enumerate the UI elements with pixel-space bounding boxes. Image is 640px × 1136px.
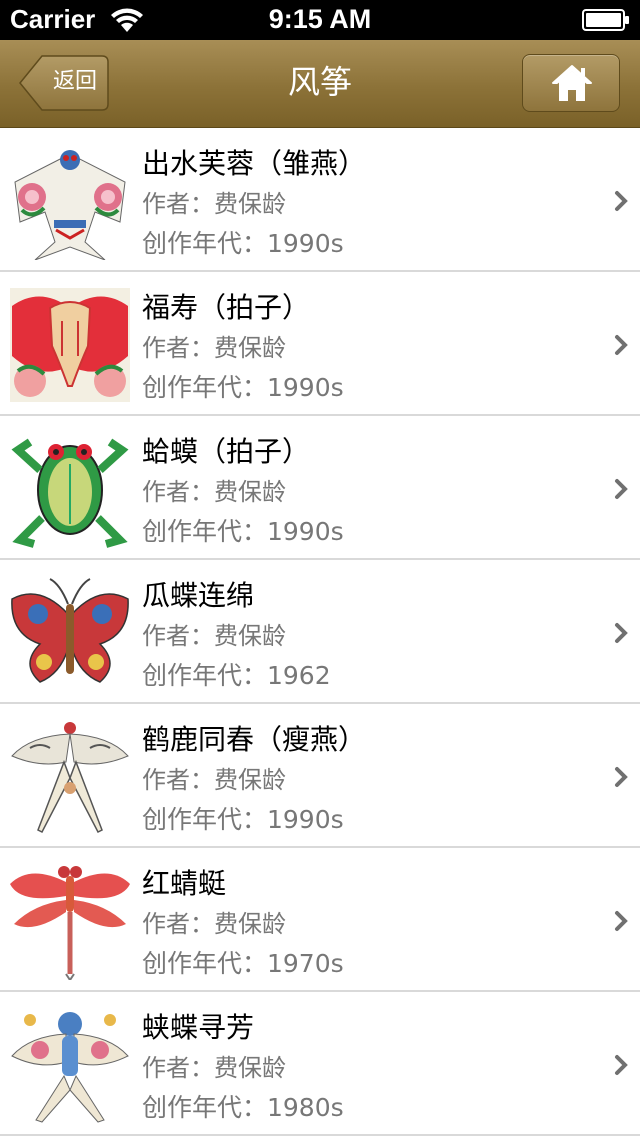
butterfly-kite-thumbnail <box>11 578 129 683</box>
home-icon <box>552 65 592 101</box>
chevron-right-icon <box>615 191 628 211</box>
status-bar: Carrier 9:15 AM <box>0 0 640 40</box>
clock-label: 9:15 AM <box>268 4 372 34</box>
kite-year: 创作年代：1990s <box>142 229 344 258</box>
kite-author: 作者：费保龄 <box>142 190 286 218</box>
list-item[interactable]: 福寿（拍子） 作者：费保龄 创作年代：1990s <box>0 272 640 416</box>
chevron-right-icon <box>615 335 628 355</box>
kite-year: 创作年代：1980s <box>142 1093 344 1122</box>
back-button[interactable]: 返回 <box>18 54 110 112</box>
kite-year: 创作年代：1990s <box>142 517 344 546</box>
kite-title: 蛤蟆（拍子） <box>142 435 311 468</box>
list-item[interactable]: 蛱蝶寻芳 作者：费保龄 创作年代：1980s <box>0 992 640 1136</box>
dragonfly-kite-thumbnail <box>10 866 130 980</box>
list-item[interactable]: 红蜻蜓 作者：费保龄 创作年代：1970s <box>0 848 640 992</box>
kite-year: 创作年代：1990s <box>142 805 344 834</box>
kite-title: 瓜蝶连绵 <box>142 579 255 612</box>
list-item[interactable]: 瓜蝶连绵 作者：费保龄 创作年代：1962 <box>0 560 640 704</box>
kite-author: 作者：费保龄 <box>142 766 286 794</box>
kite-list: 出水芙蓉（雏燕） 作者：费保龄 创作年代：1990s 福寿（拍子） 作者：费保龄… <box>0 128 640 1136</box>
kite-title: 鹤鹿同春（瘦燕） <box>142 723 367 756</box>
kite-author: 作者：费保龄 <box>142 478 286 506</box>
kite-title: 红蜻蜓 <box>142 867 227 900</box>
chevron-right-icon <box>615 623 628 643</box>
elephant-kite-thumbnail <box>10 288 130 402</box>
kite-author: 作者：费保龄 <box>142 334 286 362</box>
slim-swallow-kite-thumbnail <box>11 722 129 834</box>
list-item[interactable]: 蛤蟆（拍子） 作者：费保龄 创作年代：1990s <box>0 416 640 560</box>
kite-title: 蛱蝶寻芳 <box>142 1011 255 1044</box>
frog-kite-thumbnail <box>11 438 129 548</box>
home-button[interactable] <box>522 54 620 112</box>
kite-author: 作者：费保龄 <box>142 1054 286 1082</box>
butterfly-swallow-kite-thumbnail <box>11 1012 129 1123</box>
kite-year: 创作年代：1970s <box>142 949 344 978</box>
list-item[interactable]: 鹤鹿同春（瘦燕） 作者：费保龄 创作年代：1990s <box>0 704 640 848</box>
kite-year: 创作年代：1990s <box>142 373 344 402</box>
navigation-bar: 风筝 返回 <box>0 40 640 128</box>
kite-title: 出水芙蓉（雏燕） <box>142 147 367 180</box>
kite-title: 福寿（拍子） <box>142 291 311 324</box>
chevron-right-icon <box>615 1055 628 1075</box>
swallow-kite-thumbnail <box>14 150 126 260</box>
chevron-right-icon <box>615 911 628 931</box>
kite-author: 作者：费保龄 <box>142 910 286 938</box>
list-item[interactable]: 出水芙蓉（雏燕） 作者：费保龄 创作年代：1990s <box>0 128 640 272</box>
back-label: 返回 <box>52 69 97 94</box>
kite-author: 作者：费保龄 <box>142 622 286 650</box>
battery-icon <box>582 9 629 31</box>
chevron-right-icon <box>615 479 628 499</box>
chevron-right-icon <box>615 767 628 787</box>
kite-year: 创作年代：1962 <box>142 661 331 690</box>
